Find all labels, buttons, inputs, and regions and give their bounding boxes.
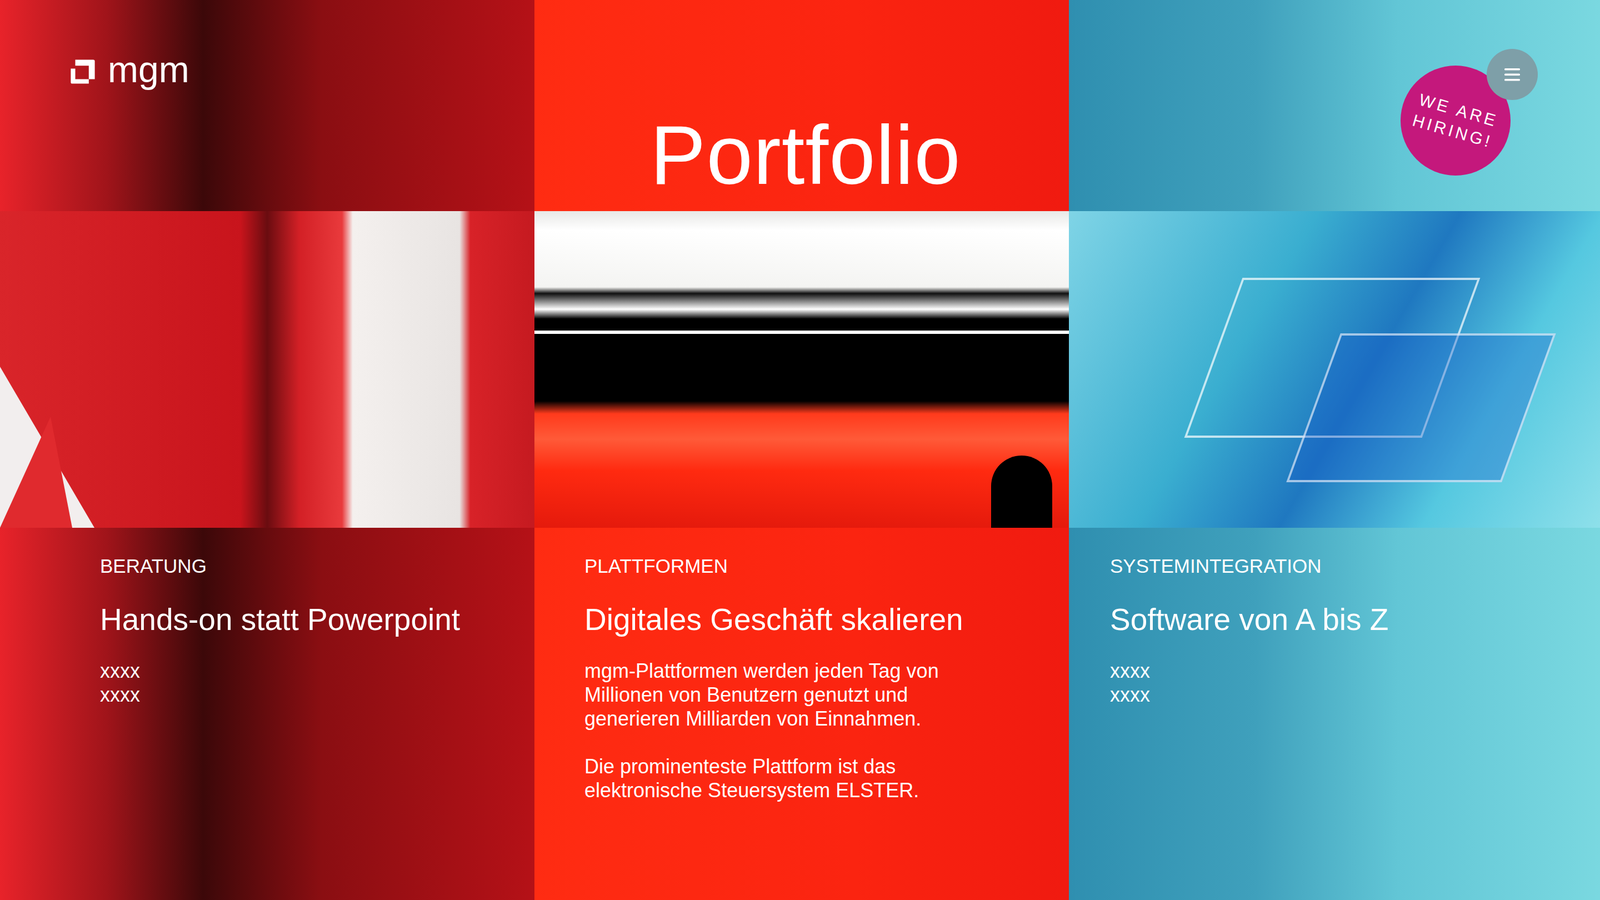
category-label: BERATUNG bbox=[100, 554, 502, 578]
column-heading[interactable]: Digitales Geschäft skalieren bbox=[584, 601, 1036, 638]
portfolio-column: Portfolio PLATTFORMEN Digitales Geschäft s… bbox=[534, 0, 1069, 900]
page-title: Portfolio bbox=[650, 109, 961, 202]
portfolio-page: mgm BERATUNG Hands-on statt Powerpoint xxxx… bbox=[0, 0, 1600, 900]
column-text: SYSTEMINTEGRATION Software von A bis Z xxx… bbox=[1068, 527, 1600, 900]
logo[interactable]: mgm bbox=[67, 51, 190, 93]
hamburger-icon bbox=[1501, 63, 1524, 86]
logo-text: mgm bbox=[107, 51, 190, 93]
column-text: BERATUNG Hands-on statt Powerpoint xxxxxxx… bbox=[0, 527, 535, 900]
column-paragraph: Die prominenteste Plattform ist das elek… bbox=[584, 754, 985, 803]
column-header: mgm bbox=[0, 0, 535, 212]
column-paragraph: xxxxxxxx bbox=[1110, 658, 1510, 707]
column-header bbox=[1068, 0, 1600, 212]
menu-button[interactable] bbox=[1486, 48, 1538, 100]
column-paragraph: xxxxxxxx bbox=[100, 658, 500, 707]
photo bbox=[0, 211, 535, 528]
column-text: PLATTFORMEN Digitales Geschäft skalieren m… bbox=[534, 527, 1069, 900]
column-header: Portfolio bbox=[534, 0, 1069, 212]
photo bbox=[534, 211, 1069, 528]
portfolio-column: SYSTEMINTEGRATION Software von A bis Z xxx… bbox=[1068, 0, 1600, 900]
category-label: PLATTFORMEN bbox=[584, 554, 1036, 578]
portfolio-column: mgm BERATUNG Hands-on statt Powerpoint xxxx… bbox=[0, 0, 535, 900]
category-label: SYSTEMINTEGRATION bbox=[1110, 554, 1567, 578]
logo-mark-icon bbox=[67, 56, 98, 87]
column-paragraph: mgm-Plattformen werden jeden Tag von Mil… bbox=[584, 658, 985, 731]
column-heading[interactable]: Software von A bis Z bbox=[1110, 601, 1567, 638]
photo bbox=[1068, 211, 1600, 528]
column-heading[interactable]: Hands-on statt Powerpoint bbox=[100, 601, 502, 638]
